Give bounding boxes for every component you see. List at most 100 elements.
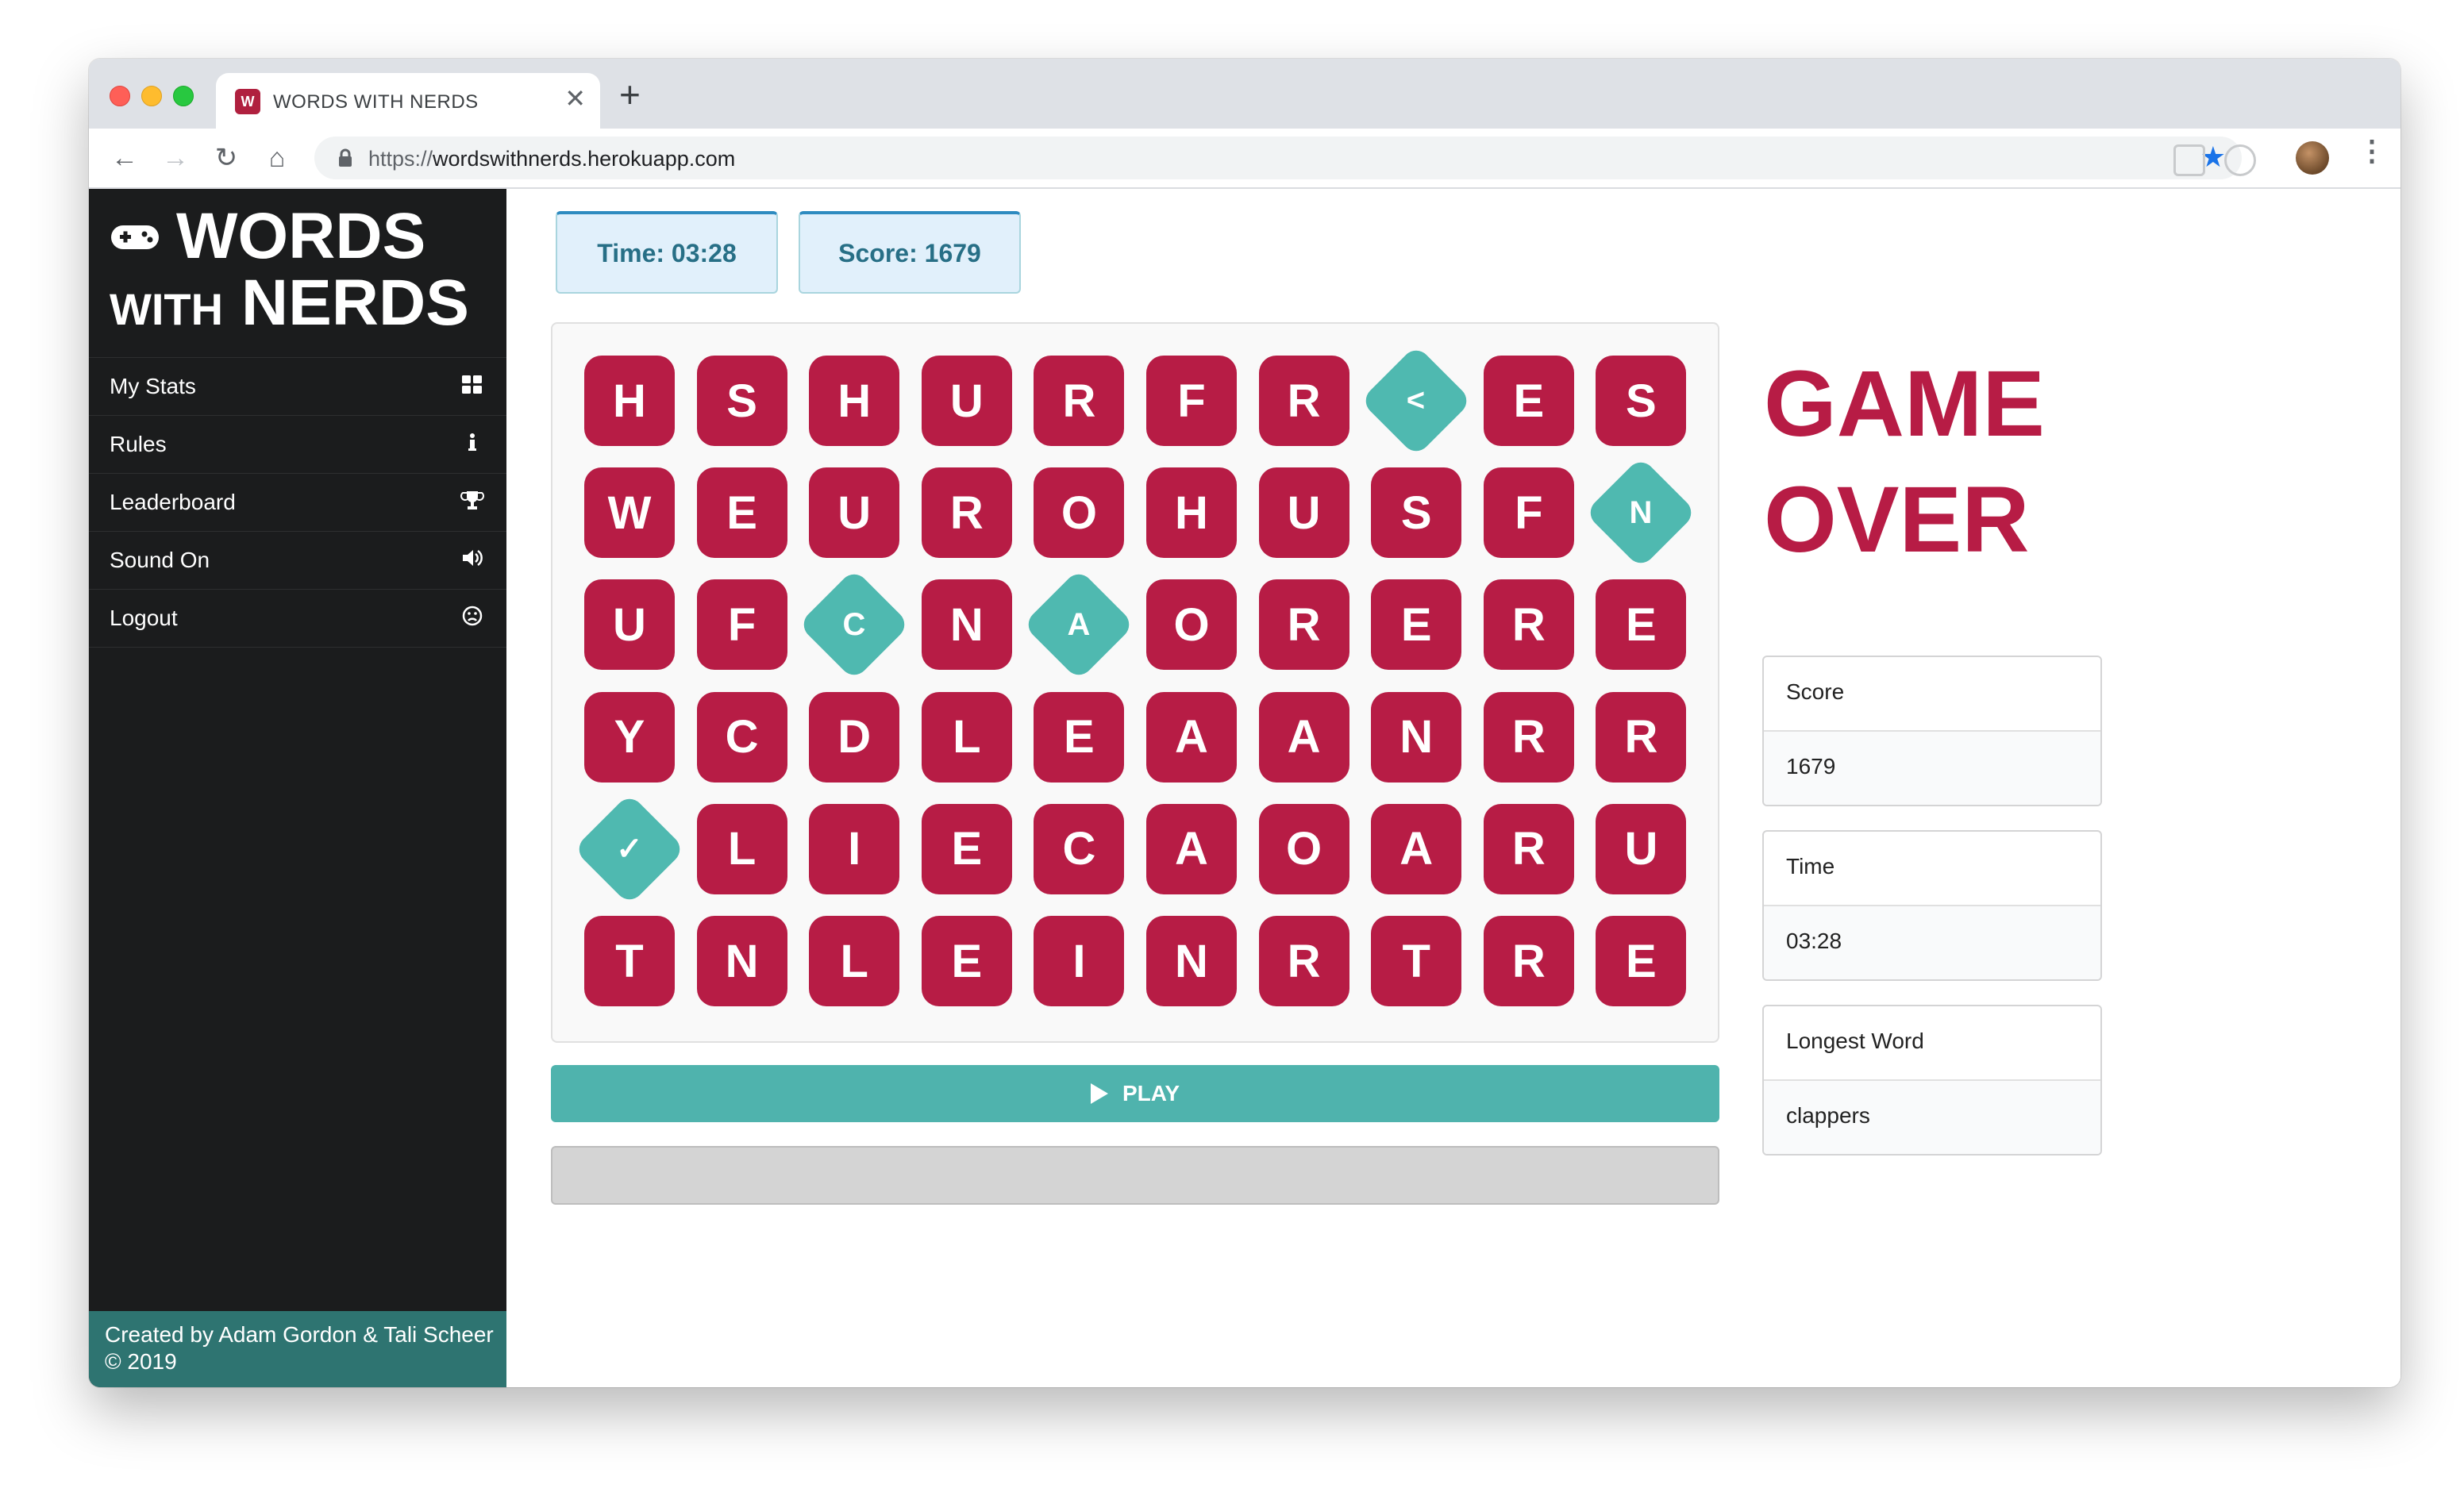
- letter-tile[interactable]: U: [1258, 467, 1349, 559]
- letter-tile[interactable]: Y: [584, 691, 675, 783]
- letter-tile[interactable]: E: [696, 467, 787, 559]
- tile-letter: Y: [614, 711, 645, 763]
- home-icon[interactable]: ⌂: [257, 138, 297, 178]
- letter-tile[interactable]: R: [1483, 803, 1574, 894]
- extension-icon[interactable]: [2173, 144, 2205, 176]
- letter-tile[interactable]: A: [1146, 691, 1237, 783]
- tile-letter: F: [727, 598, 757, 651]
- back-arrow-icon[interactable]: ←: [105, 138, 144, 178]
- close-tab-icon[interactable]: ✕: [564, 86, 586, 111]
- tile-letter: O: [1173, 598, 1210, 651]
- profile-avatar[interactable]: [2296, 141, 2329, 175]
- score-card: Score 1679: [1762, 656, 2102, 806]
- letter-tile[interactable]: E: [1596, 916, 1687, 1006]
- letter-tile[interactable]: L: [921, 691, 1012, 783]
- letter-tile[interactable]: E: [1034, 691, 1125, 783]
- letter-tile[interactable]: H: [809, 356, 900, 446]
- letter-tile[interactable]: <: [1360, 344, 1473, 457]
- letter-tile[interactable]: H: [1146, 467, 1237, 559]
- letter-tile[interactable]: D: [809, 691, 900, 783]
- letter-tile[interactable]: O: [1258, 803, 1349, 894]
- tile-letter: O: [1061, 486, 1097, 539]
- letter-tile[interactable]: N: [1371, 691, 1462, 783]
- letter-tile[interactable]: E: [1596, 579, 1687, 671]
- letter-tile[interactable]: H: [584, 356, 675, 446]
- letter-tile[interactable]: R: [1258, 579, 1349, 671]
- game-over-title: GAME OVER: [1764, 346, 2045, 578]
- letter-tile[interactable]: C: [798, 568, 911, 682]
- sidebar-item-sound[interactable]: Sound On: [89, 532, 506, 590]
- letter-tile[interactable]: A: [1146, 803, 1237, 894]
- letter-tile[interactable]: L: [809, 916, 900, 1006]
- letter-tile[interactable]: U: [584, 579, 675, 671]
- letter-tile[interactable]: T: [584, 916, 675, 1006]
- info-icon: [468, 433, 476, 451]
- minimize-window-button[interactable]: [141, 86, 162, 106]
- letter-tile[interactable]: R: [1483, 691, 1574, 783]
- sidebar-item-logout[interactable]: Logout: [89, 590, 506, 648]
- play-button[interactable]: PLAY: [551, 1065, 1719, 1122]
- letter-tile[interactable]: R: [1596, 691, 1687, 783]
- sidebar-item-my-stats[interactable]: My Stats: [89, 358, 506, 416]
- tile-letter: U: [949, 375, 984, 427]
- letter-tile[interactable]: T: [1371, 916, 1462, 1006]
- letter-tile[interactable]: R: [1258, 916, 1349, 1006]
- letter-tile[interactable]: N: [921, 579, 1012, 671]
- letter-tile[interactable]: W: [584, 467, 675, 559]
- letter-tile[interactable]: C: [696, 691, 787, 783]
- card-value: 1679: [1786, 754, 1836, 779]
- letter-tile[interactable]: E: [921, 803, 1012, 894]
- page-content: WORDS WITH NERDS My Stats Rules Leaderbo…: [89, 189, 2400, 1387]
- extension-icon[interactable]: [2224, 144, 2256, 176]
- close-window-button[interactable]: [110, 86, 130, 106]
- letter-tile[interactable]: O: [1146, 579, 1237, 671]
- forward-arrow-icon[interactable]: →: [156, 138, 195, 178]
- letter-tile[interactable]: S: [1596, 356, 1687, 446]
- letter-tile[interactable]: N: [696, 916, 787, 1006]
- tile-letter: N: [725, 935, 759, 987]
- letter-tile[interactable]: A: [1371, 803, 1462, 894]
- letter-tile[interactable]: I: [1034, 916, 1125, 1006]
- letter-tile[interactable]: S: [696, 356, 787, 446]
- letter-tile[interactable]: S: [1371, 467, 1462, 559]
- letter-tile[interactable]: F: [1146, 356, 1237, 446]
- letter-tile[interactable]: R: [1483, 579, 1574, 671]
- reload-icon[interactable]: ↻: [206, 138, 246, 178]
- letter-tile[interactable]: U: [809, 467, 900, 559]
- letter-tile[interactable]: C: [1034, 803, 1125, 894]
- letter-tile[interactable]: I: [809, 803, 900, 894]
- time-badge: Time: 03:28: [556, 211, 778, 294]
- letter-tile[interactable]: O: [1034, 467, 1125, 559]
- letter-tile[interactable]: U: [921, 356, 1012, 446]
- address-bar[interactable]: https://wordswithnerds.herokuapp.com ★: [314, 137, 2242, 179]
- letter-tile[interactable]: E: [1483, 356, 1574, 446]
- letter-tile[interactable]: E: [1371, 579, 1462, 671]
- tile-letter: U: [1624, 823, 1658, 875]
- letter-tile[interactable]: ✓: [573, 793, 686, 906]
- zoom-window-button[interactable]: [173, 86, 194, 106]
- letter-tile[interactable]: N: [1584, 456, 1698, 569]
- browser-menu-icon[interactable]: ⋮: [2358, 137, 2386, 165]
- sidebar-item-leaderboard[interactable]: Leaderboard: [89, 474, 506, 532]
- letter-tile[interactable]: R: [1034, 356, 1125, 446]
- sidebar-menu: My Stats Rules Leaderboard Sound On Logo…: [89, 357, 506, 648]
- letter-tile[interactable]: R: [1258, 356, 1349, 446]
- letter-tile[interactable]: E: [921, 916, 1012, 1006]
- word-input-bar[interactable]: [551, 1146, 1719, 1205]
- letter-tile[interactable]: N: [1146, 916, 1237, 1006]
- letter-tile[interactable]: R: [1483, 916, 1574, 1006]
- browser-tab[interactable]: W WORDS WITH NERDS ✕: [216, 73, 600, 129]
- tile-letter: C: [725, 711, 759, 763]
- sidebar-item-rules[interactable]: Rules: [89, 416, 506, 474]
- new-tab-button[interactable]: +: [619, 76, 641, 113]
- grid-icon: [462, 375, 482, 394]
- letter-tile[interactable]: A: [1258, 691, 1349, 783]
- letter-tile[interactable]: A: [1022, 568, 1136, 682]
- letter-tile[interactable]: F: [696, 579, 787, 671]
- letter-tile[interactable]: L: [696, 803, 787, 894]
- brand-logo[interactable]: WORDS WITH NERDS: [110, 203, 469, 343]
- tile-letter: N: [949, 598, 984, 651]
- letter-tile[interactable]: U: [1596, 803, 1687, 894]
- letter-tile[interactable]: R: [921, 467, 1012, 559]
- letter-tile[interactable]: F: [1483, 467, 1574, 559]
